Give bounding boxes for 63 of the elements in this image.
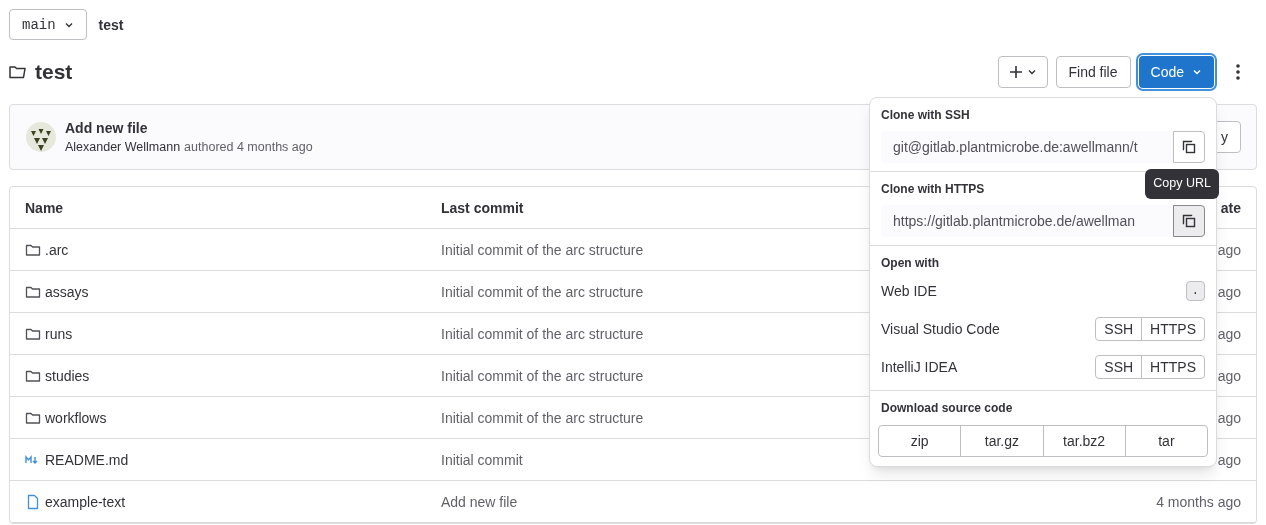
copy-url-button[interactable] — [1173, 205, 1205, 238]
section-title: Download source code — [880, 400, 1014, 418]
code-button[interactable]: Code — [1138, 56, 1214, 88]
page-title: test — [35, 59, 73, 86]
breadcrumb-link[interactable]: test — [98, 14, 124, 35]
file-name-link[interactable]: README.md — [45, 449, 129, 470]
file-name-link[interactable]: runs — [45, 323, 73, 344]
copy-icon — [1181, 139, 1197, 156]
commit-message[interactable]: Add new file — [65, 117, 313, 138]
protocol-button[interactable]: SSH — [1095, 355, 1143, 380]
date-cell-text: ago — [1217, 366, 1241, 386]
commit-link[interactable]: Initial commit of the arc structure — [441, 323, 644, 344]
section-title: Clone with SSH — [881, 107, 970, 124]
commit-link[interactable]: Initial commit of the arc structure — [441, 407, 644, 428]
download-format-button[interactable]: tar — [1124, 424, 1208, 457]
date-cell-text: ago — [1217, 324, 1241, 344]
commit-link[interactable]: Initial commit — [441, 449, 523, 470]
file-name-link[interactable]: example-text — [45, 491, 126, 512]
plus-icon — [1008, 65, 1023, 79]
commit-link[interactable]: Initial commit of the arc structure — [441, 365, 644, 386]
file-name-link[interactable]: workflows — [45, 407, 107, 428]
download-format-button[interactable]: tar.gz — [960, 424, 1044, 457]
file-name-link[interactable]: studies — [45, 365, 90, 386]
date-cell-text: ago — [1217, 408, 1241, 428]
section-title: Clone with HTTPS — [881, 181, 985, 199]
download-format-button[interactable]: zip — [878, 424, 962, 457]
editor-option[interactable]: Visual Studio Code — [881, 319, 1000, 340]
section-title: Open with — [881, 255, 940, 273]
column-header: Last commit — [441, 198, 524, 218]
folder-icon — [9, 64, 27, 80]
find-file-button[interactable]: Find file — [1055, 56, 1131, 88]
caret-icon — [1026, 67, 1037, 77]
protocol-button[interactable]: HTTPS — [1141, 355, 1205, 380]
commit-meta: authored 4 months ago — [184, 138, 313, 156]
column-header: Name — [25, 198, 65, 218]
kebab-icon — [1236, 64, 1240, 80]
tooltip: Copy URL — [1145, 169, 1219, 200]
editor-option[interactable]: Web IDE — [881, 281, 937, 302]
copy-icon — [1181, 213, 1197, 230]
commit-link[interactable]: Initial commit of the arc structure — [441, 281, 644, 302]
date-cell-text: ago — [1217, 240, 1241, 260]
file-icon — [25, 493, 41, 510]
date-cell-text: 4 months ago — [1156, 492, 1241, 512]
add-dropdown-button[interactable] — [997, 56, 1048, 88]
date-cell-text: ago — [1217, 450, 1241, 470]
url-field[interactable]: https://gitlab.plantmicrobe.de/awellman — [881, 205, 1173, 238]
shortcut-key: . — [1185, 281, 1205, 302]
author-link[interactable]: Alexander Wellmann — [65, 137, 181, 157]
avatar — [25, 121, 57, 153]
date-cell-text: ago — [1217, 282, 1241, 302]
commit-link[interactable]: Initial commit of the arc structure — [441, 239, 644, 260]
caret-icon — [1192, 67, 1202, 77]
copy-url-button[interactable] — [1173, 131, 1205, 164]
editor-option[interactable]: IntelliJ IDEA — [881, 357, 958, 378]
url-field[interactable]: git@gitlab.plantmicrobe.de:awellmann/t — [881, 131, 1173, 164]
protocol-button[interactable]: SSH — [1095, 317, 1143, 342]
file-name-link[interactable]: .arc — [45, 239, 69, 260]
branch-selector[interactable]: main — [9, 9, 87, 40]
commit-link[interactable]: Add new file — [441, 491, 518, 512]
download-format-button[interactable]: tar.bz2 — [1042, 424, 1126, 457]
column-header: ate — [1220, 198, 1241, 218]
protocol-button[interactable]: HTTPS — [1141, 317, 1205, 342]
file-name-link[interactable]: assays — [45, 281, 89, 302]
